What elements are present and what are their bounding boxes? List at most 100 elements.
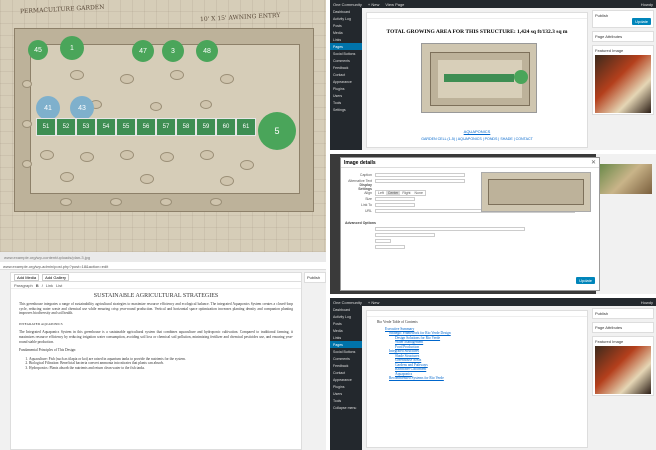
footer-links[interactable]: GARDEN CELL (1-5) | AQUAPONICS | PONDS |… bbox=[367, 137, 587, 141]
adminbar-item[interactable]: View Page bbox=[385, 2, 404, 7]
outline-editor[interactable]: Rio Verde Table of Contents Executive Su… bbox=[366, 310, 588, 448]
stepping-stone bbox=[70, 70, 84, 80]
sidebar-item[interactable]: Appearance bbox=[330, 78, 362, 85]
outline-body: Rio Verde Table of Contents Executive Su… bbox=[367, 317, 587, 384]
garden-plan-image: PERMACULTURE GARDEN 10' X 15' AWNING ENT… bbox=[0, 0, 326, 252]
sidebar-item[interactable]: Posts bbox=[330, 320, 362, 327]
sidebar-item[interactable]: Media bbox=[330, 327, 362, 334]
sidebar-item[interactable]: Social Buttons bbox=[330, 50, 362, 57]
document-body[interactable]: SUSTAINABLE AGRICULTURAL STRATEGIES This… bbox=[11, 289, 301, 375]
sidebar-item[interactable]: Plugins bbox=[330, 383, 362, 390]
garden-bed: 55 bbox=[116, 118, 136, 136]
background-thumb bbox=[600, 164, 652, 194]
adminbar-item[interactable]: Howdy bbox=[641, 300, 653, 305]
garden-bed: 60 bbox=[216, 118, 236, 136]
wp-editor-window-top: One Community + New View Page Howdy Dash… bbox=[330, 0, 656, 150]
sidebar-item[interactable]: Plugins bbox=[330, 85, 362, 92]
alt-input[interactable] bbox=[375, 178, 465, 184]
sidebar-item[interactable]: Users bbox=[330, 92, 362, 99]
field-label: Caption bbox=[359, 173, 372, 177]
sidebar-item[interactable]: Tools bbox=[330, 397, 362, 404]
sidebar-item[interactable]: Feedback bbox=[330, 362, 362, 369]
sidebar-item[interactable]: Feedback bbox=[330, 64, 362, 71]
wp-editor-window-text: www.example.org/wp-admin/post.php?post=1… bbox=[0, 262, 326, 450]
caption-link[interactable]: AQUAPONICS bbox=[367, 129, 587, 134]
modal-update-button[interactable]: Update bbox=[576, 277, 595, 284]
right-column: Publish Update Page Attributes Featured I… bbox=[592, 10, 654, 148]
classic-editor[interactable]: Add Media Add Gallery Paragraph B I Link… bbox=[10, 272, 302, 450]
stepping-stone bbox=[170, 70, 184, 80]
media-toolbar: Add Media Add Gallery bbox=[11, 273, 301, 282]
outline-link[interactable]: Recommended Systems for Rio Verde bbox=[377, 376, 577, 381]
spacing-input[interactable] bbox=[375, 244, 405, 250]
featured-image-thumb[interactable] bbox=[595, 346, 651, 394]
sidebar-item[interactable]: Links bbox=[330, 36, 362, 43]
stepping-stone bbox=[240, 160, 254, 170]
format-select[interactable]: Paragraph bbox=[14, 283, 33, 288]
planter-circle: 47 bbox=[132, 40, 154, 62]
list-button[interactable]: List bbox=[56, 283, 62, 288]
adminbar-item[interactable]: + New bbox=[368, 2, 379, 7]
caption-input[interactable] bbox=[375, 172, 465, 178]
sidebar-item-pages[interactable]: Pages bbox=[330, 341, 362, 348]
right-column: Publish bbox=[304, 272, 326, 450]
sidebar-item[interactable]: Tools bbox=[330, 99, 362, 106]
sidebar-item[interactable]: Dashboard bbox=[330, 306, 362, 313]
close-icon[interactable]: ✕ bbox=[591, 159, 596, 166]
garden-bed: 59 bbox=[196, 118, 216, 136]
title-input[interactable] bbox=[375, 226, 525, 232]
sidebar-item[interactable]: Social Buttons bbox=[330, 348, 362, 355]
editor-toolbar bbox=[367, 13, 587, 19]
stepping-stone bbox=[110, 198, 122, 206]
stepping-stone bbox=[60, 198, 72, 206]
align-tab[interactable]: None bbox=[413, 191, 425, 195]
sidebar-item[interactable]: Activity Log bbox=[330, 15, 362, 22]
stepping-stone bbox=[200, 150, 214, 160]
featured-plan-thumb[interactable] bbox=[421, 43, 537, 113]
bold-button[interactable]: B bbox=[36, 283, 39, 288]
adminbar-item[interactable]: Howdy bbox=[641, 2, 653, 7]
adminbar-item[interactable]: + New bbox=[368, 300, 379, 305]
sidebar-item[interactable]: Links bbox=[330, 334, 362, 341]
adminbar-item[interactable]: One Community bbox=[333, 300, 362, 305]
sidebar-item-pages[interactable]: Pages bbox=[330, 43, 362, 50]
content-editor[interactable]: TOTAL GROWING AREA FOR THIS STRUCTURE: 1… bbox=[366, 12, 588, 148]
wp-editor-window-outline: One Community + New Howdy Dashboard Acti… bbox=[330, 298, 656, 450]
advanced-label: Advanced Options bbox=[345, 221, 376, 225]
add-media-button[interactable]: Add Media bbox=[14, 273, 40, 281]
link-button[interactable]: Link bbox=[46, 283, 53, 288]
sidebar-item[interactable]: Posts bbox=[330, 22, 362, 29]
italic-button[interactable]: I bbox=[42, 283, 43, 288]
sidebar-item[interactable]: Comments bbox=[330, 355, 362, 362]
sidebar-item[interactable]: Media bbox=[330, 29, 362, 36]
growing-area-heading: TOTAL GROWING AREA FOR THIS STRUCTURE: 1… bbox=[386, 29, 568, 35]
sidebar-item[interactable]: Contact bbox=[330, 369, 362, 376]
align-tab[interactable]: Left bbox=[376, 191, 386, 195]
css-input[interactable] bbox=[375, 232, 435, 238]
sidebar-item[interactable]: Collapse menu bbox=[330, 404, 362, 411]
stepping-stone bbox=[22, 120, 32, 128]
sidebar-item[interactable]: Dashboard bbox=[330, 8, 362, 15]
garden-bed: 61 bbox=[236, 118, 256, 136]
size-select[interactable] bbox=[375, 196, 415, 202]
field-label: URL bbox=[364, 209, 372, 213]
sidebar-item[interactable]: Comments bbox=[330, 57, 362, 64]
link-select[interactable] bbox=[375, 202, 415, 208]
sidebar-item[interactable]: Appearance bbox=[330, 376, 362, 383]
sidebar-item[interactable]: Activity Log bbox=[330, 313, 362, 320]
align-tab[interactable]: Center bbox=[385, 191, 401, 195]
featured-image-thumb[interactable] bbox=[595, 55, 651, 113]
add-gallery-button[interactable]: Add Gallery bbox=[42, 273, 70, 281]
water-circle: 43 bbox=[70, 96, 94, 120]
border-input[interactable] bbox=[375, 238, 391, 244]
stepping-stone bbox=[220, 74, 234, 84]
sidebar-item[interactable]: Contact bbox=[330, 71, 362, 78]
sidebar-item[interactable]: Users bbox=[330, 390, 362, 397]
update-button[interactable]: Update bbox=[632, 18, 651, 25]
align-tab[interactable]: Right bbox=[400, 191, 412, 195]
adminbar-item[interactable]: One Community bbox=[333, 2, 362, 7]
pond-circle: 5 bbox=[258, 112, 296, 150]
sidebar-item[interactable]: Settings bbox=[330, 106, 362, 113]
garden-bed: 53 bbox=[76, 118, 96, 136]
format-toolbar: Paragraph B I Link List bbox=[11, 282, 301, 289]
